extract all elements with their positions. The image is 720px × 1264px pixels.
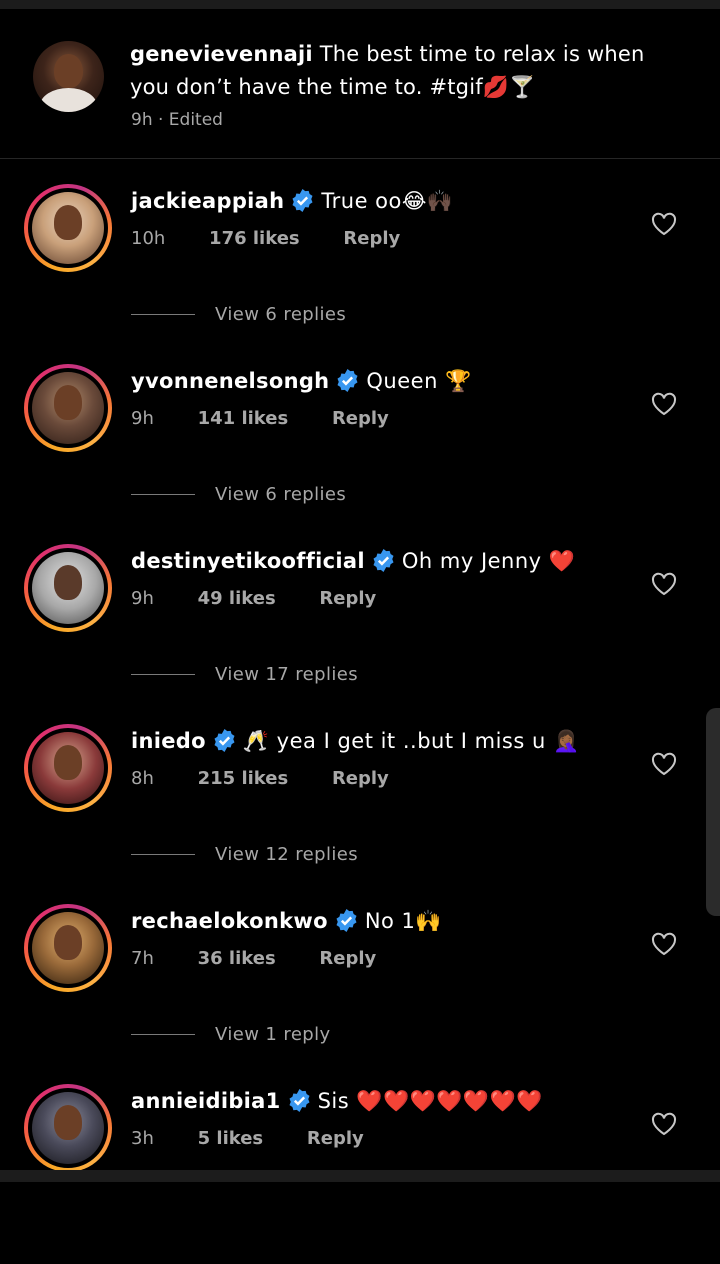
view-replies-label: View 1 reply bbox=[215, 1024, 331, 1045]
commenter-avatar[interactable] bbox=[32, 192, 104, 264]
comment-time: 7h bbox=[131, 948, 154, 969]
story-ring[interactable] bbox=[24, 724, 112, 812]
heart-outline-icon[interactable] bbox=[651, 212, 677, 236]
comment-line: annieidibia1 Sis ❤️❤️❤️❤️❤️❤️❤️ bbox=[131, 1086, 543, 1116]
comment-username[interactable]: rechaelokonkwo bbox=[131, 909, 328, 933]
comment-username[interactable]: annieidibia1 bbox=[131, 1089, 281, 1113]
comment-item: destinyetikoofficial Oh my Jenny ❤️ 9h 49… bbox=[0, 544, 720, 724]
view-replies-label: View 17 replies bbox=[215, 664, 359, 685]
commenter-avatar[interactable] bbox=[32, 552, 104, 624]
commenter-avatar[interactable] bbox=[32, 912, 104, 984]
comment-item: yvonnenelsongh Queen 🏆 9h 141 likes Reply… bbox=[0, 364, 720, 544]
reply-button[interactable]: Reply bbox=[307, 1128, 364, 1149]
verified-badge-icon bbox=[337, 369, 358, 392]
heart-outline-icon[interactable] bbox=[651, 932, 677, 956]
comment-item: rechaelokonkwo No 1🙌 7h 36 likes Reply Vi… bbox=[0, 904, 720, 1084]
comment-likes[interactable]: 49 likes bbox=[198, 588, 276, 609]
bottom-strip bbox=[0, 1170, 720, 1182]
comment-time: 10h bbox=[131, 228, 166, 249]
story-ring[interactable] bbox=[24, 184, 112, 272]
view-replies-button[interactable]: View 6 replies bbox=[131, 484, 346, 508]
comment-username[interactable]: destinyetikoofficial bbox=[131, 549, 365, 573]
comment-text: Queen 🏆 bbox=[366, 369, 472, 393]
comment-text: No 1🙌 bbox=[364, 909, 443, 933]
verified-badge-icon bbox=[373, 549, 394, 572]
comment-likes[interactable]: 5 likes bbox=[198, 1128, 264, 1149]
caption-username[interactable]: genevievennaji bbox=[130, 42, 313, 66]
verified-badge-icon bbox=[214, 729, 235, 752]
caption-meta: 9h · Edited bbox=[131, 110, 223, 130]
comment-item: iniedo 🥂 yea I get it ..but I miss u 🤦🏾‍♀… bbox=[0, 724, 720, 904]
comment-text: True oo😂🙌🏿 bbox=[321, 189, 454, 213]
comment-time: 9h bbox=[131, 588, 154, 609]
reply-button[interactable]: Reply bbox=[319, 948, 376, 969]
comment-time: 9h bbox=[131, 408, 154, 429]
reply-button[interactable]: Reply bbox=[332, 768, 389, 789]
comment-meta: 10h 176 likes Reply bbox=[131, 228, 438, 249]
view-replies-label: View 6 replies bbox=[215, 304, 347, 325]
caption-author-avatar[interactable] bbox=[33, 41, 104, 112]
comment-line: rechaelokonkwo No 1🙌 bbox=[131, 906, 442, 936]
comment-likes[interactable]: 176 likes bbox=[209, 228, 300, 249]
verified-badge-icon bbox=[292, 189, 313, 212]
view-replies-label: View 6 replies bbox=[215, 484, 347, 505]
comment-time: 3h bbox=[131, 1128, 154, 1149]
comment-username[interactable]: yvonnenelsongh bbox=[131, 369, 329, 393]
heart-outline-icon[interactable] bbox=[651, 752, 677, 776]
caption-divider bbox=[0, 158, 720, 159]
verified-badge-icon bbox=[336, 909, 357, 932]
comment-likes[interactable]: 141 likes bbox=[198, 408, 289, 429]
comment-likes[interactable]: 36 likes bbox=[198, 948, 276, 969]
view-replies-button[interactable]: View 17 replies bbox=[131, 664, 358, 688]
comment-meta: 9h 49 likes Reply bbox=[131, 588, 414, 609]
commenter-avatar[interactable] bbox=[32, 1092, 104, 1164]
scrollbar-handle[interactable] bbox=[706, 708, 720, 916]
comment-line: iniedo 🥂 yea I get it ..but I miss u 🤦🏾‍♀… bbox=[131, 726, 580, 756]
verified-badge-icon bbox=[289, 1089, 310, 1112]
comment-time: 8h bbox=[131, 768, 154, 789]
heart-outline-icon[interactable] bbox=[651, 1112, 677, 1136]
story-ring[interactable] bbox=[24, 544, 112, 632]
reply-button[interactable]: Reply bbox=[332, 408, 389, 429]
comment-text: Oh my Jenny ❤️ bbox=[401, 549, 576, 573]
comment-item: jackieappiah True oo😂🙌🏿 10h 176 likes Rep… bbox=[0, 184, 720, 364]
reply-button[interactable]: Reply bbox=[343, 228, 400, 249]
view-replies-button[interactable]: View 1 reply bbox=[131, 1024, 331, 1048]
comment-likes[interactable]: 215 likes bbox=[198, 768, 289, 789]
comment-line: yvonnenelsongh Queen 🏆 bbox=[131, 366, 472, 396]
view-replies-button[interactable]: View 12 replies bbox=[131, 844, 358, 868]
story-ring[interactable] bbox=[24, 904, 112, 992]
commenter-avatar[interactable] bbox=[32, 372, 104, 444]
comment-meta: 8h 215 likes Reply bbox=[131, 768, 427, 789]
comment-username[interactable]: iniedo bbox=[131, 729, 206, 753]
comment-text: Sis ❤️❤️❤️❤️❤️❤️❤️ bbox=[317, 1089, 543, 1113]
comment-meta: 9h 141 likes Reply bbox=[131, 408, 427, 429]
heart-outline-icon[interactable] bbox=[651, 392, 677, 416]
story-ring[interactable] bbox=[24, 364, 112, 452]
comment-line: jackieappiah True oo😂🙌🏿 bbox=[131, 186, 454, 216]
comment-meta: 3h 5 likes Reply bbox=[131, 1128, 402, 1149]
story-ring[interactable] bbox=[24, 1084, 112, 1172]
comment-meta: 7h 36 likes Reply bbox=[131, 948, 414, 969]
view-replies-button[interactable]: View 6 replies bbox=[131, 304, 346, 328]
status-bar-strip bbox=[0, 0, 720, 9]
caption-text-block: genevievennaji The best time to relax is… bbox=[130, 38, 690, 104]
post-caption: genevievennaji The best time to relax is… bbox=[0, 30, 720, 159]
heart-outline-icon[interactable] bbox=[651, 572, 677, 596]
comment-line: destinyetikoofficial Oh my Jenny ❤️ bbox=[131, 546, 575, 576]
reply-button[interactable]: Reply bbox=[319, 588, 376, 609]
comment-text: 🥂 yea I get it ..but I miss u 🤦🏾‍♀️ bbox=[242, 729, 580, 753]
commenter-avatar[interactable] bbox=[32, 732, 104, 804]
comment-username[interactable]: jackieappiah bbox=[131, 189, 284, 213]
view-replies-label: View 12 replies bbox=[215, 844, 359, 865]
